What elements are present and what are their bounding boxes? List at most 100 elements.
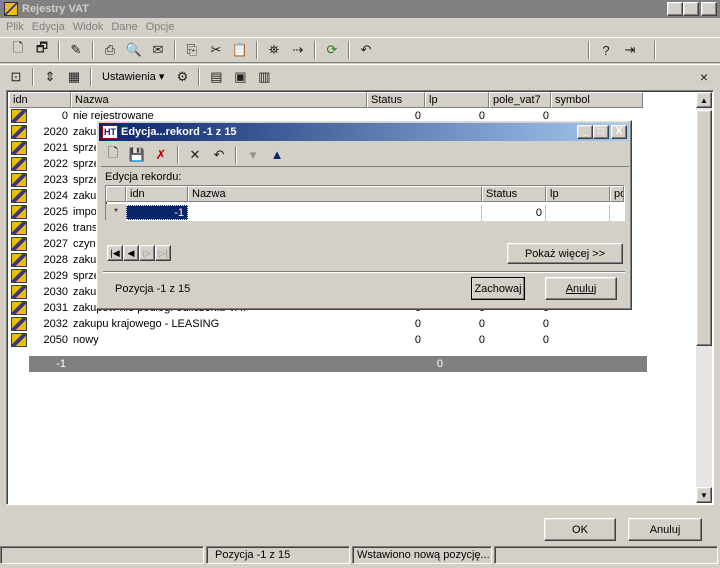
print-preview-icon[interactable]: 🔍 [124, 40, 144, 60]
cut-icon[interactable]: ✂ [206, 40, 226, 60]
layout-icon[interactable]: ▣ [230, 67, 250, 87]
copy-icon[interactable]: ⎘ [182, 40, 202, 60]
toolbar-separator [58, 41, 60, 59]
cell-nazwa: nowy [73, 334, 99, 346]
dialog-column-pol[interactable]: pol [610, 186, 624, 202]
toolbar-separator [235, 145, 237, 164]
menu-widok[interactable]: Widok [73, 21, 104, 33]
move-down-icon[interactable]: ▾ [243, 145, 263, 165]
lp-field[interactable] [546, 204, 610, 221]
next-record-icon[interactable]: ▷ [139, 245, 155, 261]
help-icon[interactable]: ? [596, 40, 616, 60]
cancel-button[interactable]: Anuluj [628, 518, 702, 541]
show-more-button[interactable]: Pokaż więcej >> [507, 243, 623, 264]
new-record-row[interactable]: -1 0 [29, 356, 647, 372]
cell-idn: -1 [56, 358, 66, 370]
cell-idn: 2025 [43, 206, 68, 218]
new-record-icon[interactable]: 🗋 [103, 145, 123, 165]
column-header-nazwa[interactable]: Nazwa [71, 92, 367, 108]
refresh-icon[interactable]: ⟳ [322, 40, 342, 60]
menu-opcje[interactable]: Opcje [146, 21, 175, 33]
cell-idn: 2021 [43, 142, 68, 154]
dialog-column-idn[interactable]: idn [126, 186, 188, 202]
dialog-column-status[interactable]: Status [482, 186, 546, 202]
paste-icon[interactable]: 📋 [230, 40, 250, 60]
record-icon [11, 221, 27, 235]
column-header-status[interactable]: Status [367, 92, 425, 108]
exit-icon[interactable]: ⇥ [620, 40, 640, 60]
column-header-idn[interactable]: idn [9, 92, 71, 108]
close-panel-icon[interactable]: × [694, 67, 714, 87]
toolbar-separator [314, 41, 316, 59]
ok-button[interactable]: OK [544, 518, 616, 541]
delete-icon[interactable]: ✗ [151, 145, 171, 165]
idn-field[interactable]: -1 [126, 205, 188, 220]
dialog-cancel-button[interactable]: Anuluj [545, 277, 617, 300]
record-icon [11, 205, 27, 219]
scroll-up-icon[interactable]: ▲ [696, 92, 712, 108]
dialog-minimize-button[interactable]: _ [577, 125, 593, 139]
table-row[interactable]: 2032 zakupu krajowego - LEASING 0 0 0 [9, 316, 553, 332]
calendar-icon[interactable]: ▦ [64, 67, 84, 87]
grid-icon[interactable]: ▥ [254, 67, 274, 87]
nazwa-field[interactable] [188, 204, 482, 221]
menu-dane[interactable]: Dane [111, 21, 137, 33]
scroll-down-icon[interactable]: ▼ [696, 487, 712, 503]
toolbar-separator [256, 41, 258, 59]
cell-pv: 0 [542, 334, 549, 346]
save-icon[interactable]: 💾 [127, 145, 147, 165]
toolbar-separator [348, 41, 350, 59]
sort-icon[interactable]: ⇕ [40, 67, 60, 87]
columns-icon[interactable]: ▤ [206, 67, 226, 87]
dialog-column-nazwa[interactable]: Nazwa [188, 186, 482, 202]
record-icon [11, 301, 27, 315]
dialog-close-button[interactable]: X [611, 125, 627, 139]
column-header-pole-vat7[interactable]: pole_vat7 [489, 92, 551, 108]
first-record-icon[interactable]: |◀ [107, 245, 123, 261]
save-button[interactable]: Zachowaj [471, 277, 525, 300]
toolbar-separator [588, 41, 590, 59]
grid-header: idn Nazwa Status lp pole_vat7 symbol [9, 92, 695, 108]
config-icon[interactable]: ⚙ [172, 67, 192, 87]
record-icon [11, 157, 27, 171]
menu-edycja[interactable]: Edycja [32, 21, 65, 33]
cell-idn: 2029 [43, 270, 68, 282]
find-icon[interactable]: ⛯ [264, 40, 284, 60]
move-up-icon[interactable]: ▲ [267, 145, 287, 165]
edit-icon[interactable]: ✎ [66, 40, 86, 60]
properties-icon[interactable]: 🗗 [32, 40, 52, 60]
dialog-separator [103, 271, 625, 273]
vertical-scrollbar[interactable]: ▲ ▼ [696, 92, 712, 503]
cancel-edit-icon[interactable]: ✕ [185, 145, 205, 165]
scroll-thumb[interactable] [696, 110, 712, 346]
cell-idn: 2050 [43, 334, 68, 346]
column-header-symbol[interactable]: symbol [551, 92, 643, 108]
find-next-icon[interactable]: ⇢ [288, 40, 308, 60]
last-record-icon[interactable]: ▷| [155, 245, 171, 261]
status-field[interactable]: 0 [482, 204, 546, 221]
filter-icon[interactable]: ⊡ [6, 67, 26, 87]
edit-row[interactable]: * -1 0 [106, 204, 610, 221]
cell-status: 0 [414, 318, 421, 330]
row-indicator-header [106, 186, 126, 202]
settings-dropdown[interactable]: Ustawienia ▾ [96, 67, 170, 87]
email-icon[interactable]: ✉ [148, 40, 168, 60]
record-icon [11, 125, 27, 139]
minimize-button[interactable]: _ [667, 2, 683, 16]
prev-record-icon[interactable]: ◀ [123, 245, 139, 261]
print-icon[interactable]: ⎙ [100, 40, 120, 60]
undo-icon[interactable]: ↶ [209, 145, 229, 165]
new-document-icon[interactable]: 🗋 [8, 40, 28, 60]
dialog-maximize-button[interactable]: □ [593, 125, 609, 139]
close-button[interactable]: X [701, 2, 717, 16]
dialog-column-lp[interactable]: lp [546, 186, 610, 202]
status-position: Pozycja -1 z 15 [206, 546, 350, 564]
undo-icon[interactable]: ↶ [356, 40, 376, 60]
column-header-lp[interactable]: lp [425, 92, 489, 108]
table-row[interactable]: 2050 nowy 0 0 0 [9, 332, 553, 348]
maximize-button[interactable]: □ [683, 2, 699, 16]
cell-idn: 2020 [43, 126, 68, 138]
menu-plik[interactable]: Plik [6, 21, 24, 33]
edit-record-grid[interactable]: idn Nazwa Status lp pol * -1 0 [105, 185, 625, 221]
cell-idn: 2028 [43, 254, 68, 266]
